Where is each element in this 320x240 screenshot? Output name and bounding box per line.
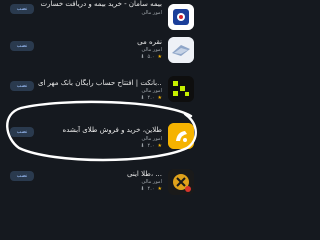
highlight-annotation: [6, 100, 197, 162]
app-category: امور مالی: [141, 47, 162, 53]
app-category: امور مالی: [141, 179, 162, 185]
list-item[interactable]: طلا اینی، ... امور مالی ⬇ ۴.۰ ★ نصب: [0, 163, 200, 203]
download-icon: ⬇: [140, 186, 145, 192]
noghreh-icon: [168, 37, 194, 63]
download-icon: ⬇: [140, 54, 145, 60]
list-item[interactable]: بیمه سامان - خرید بیمه و دریافت خسارت ام…: [0, 0, 200, 30]
app-title: بیمه سامان - خرید بیمه و دریافت خسارت: [40, 0, 162, 8]
install-button[interactable]: نصب: [10, 41, 34, 51]
gold-icon: [168, 169, 194, 195]
install-button[interactable]: نصب: [10, 4, 34, 14]
app-title: بانکت | افتتاح حساب رایگان بانک مهر ای..…: [38, 79, 162, 87]
app-meta: ⬇ ۵.۰ ★: [140, 54, 162, 61]
star-icon: ★: [157, 186, 162, 192]
app-meta: ⬇ ۴.۰ ★: [140, 186, 162, 193]
app-list: بیمه سامان - خرید بیمه و دریافت خسارت ام…: [0, 0, 200, 200]
rating-value: ۴.۰: [147, 186, 155, 192]
install-button[interactable]: نصب: [10, 171, 34, 181]
app-category: امور مالی: [141, 10, 162, 16]
star-icon: ★: [157, 54, 162, 60]
app-title: نقره می: [137, 38, 162, 46]
install-button[interactable]: نصب: [10, 81, 34, 91]
rating-value: ۵.۰: [147, 54, 155, 60]
app-category: امور مالی: [141, 88, 162, 94]
list-item[interactable]: نقره می امور مالی ⬇ ۵.۰ ★ نصب: [0, 33, 200, 73]
saman-insurance-icon: [168, 4, 194, 30]
app-title: طلا اینی، ...: [127, 170, 162, 178]
